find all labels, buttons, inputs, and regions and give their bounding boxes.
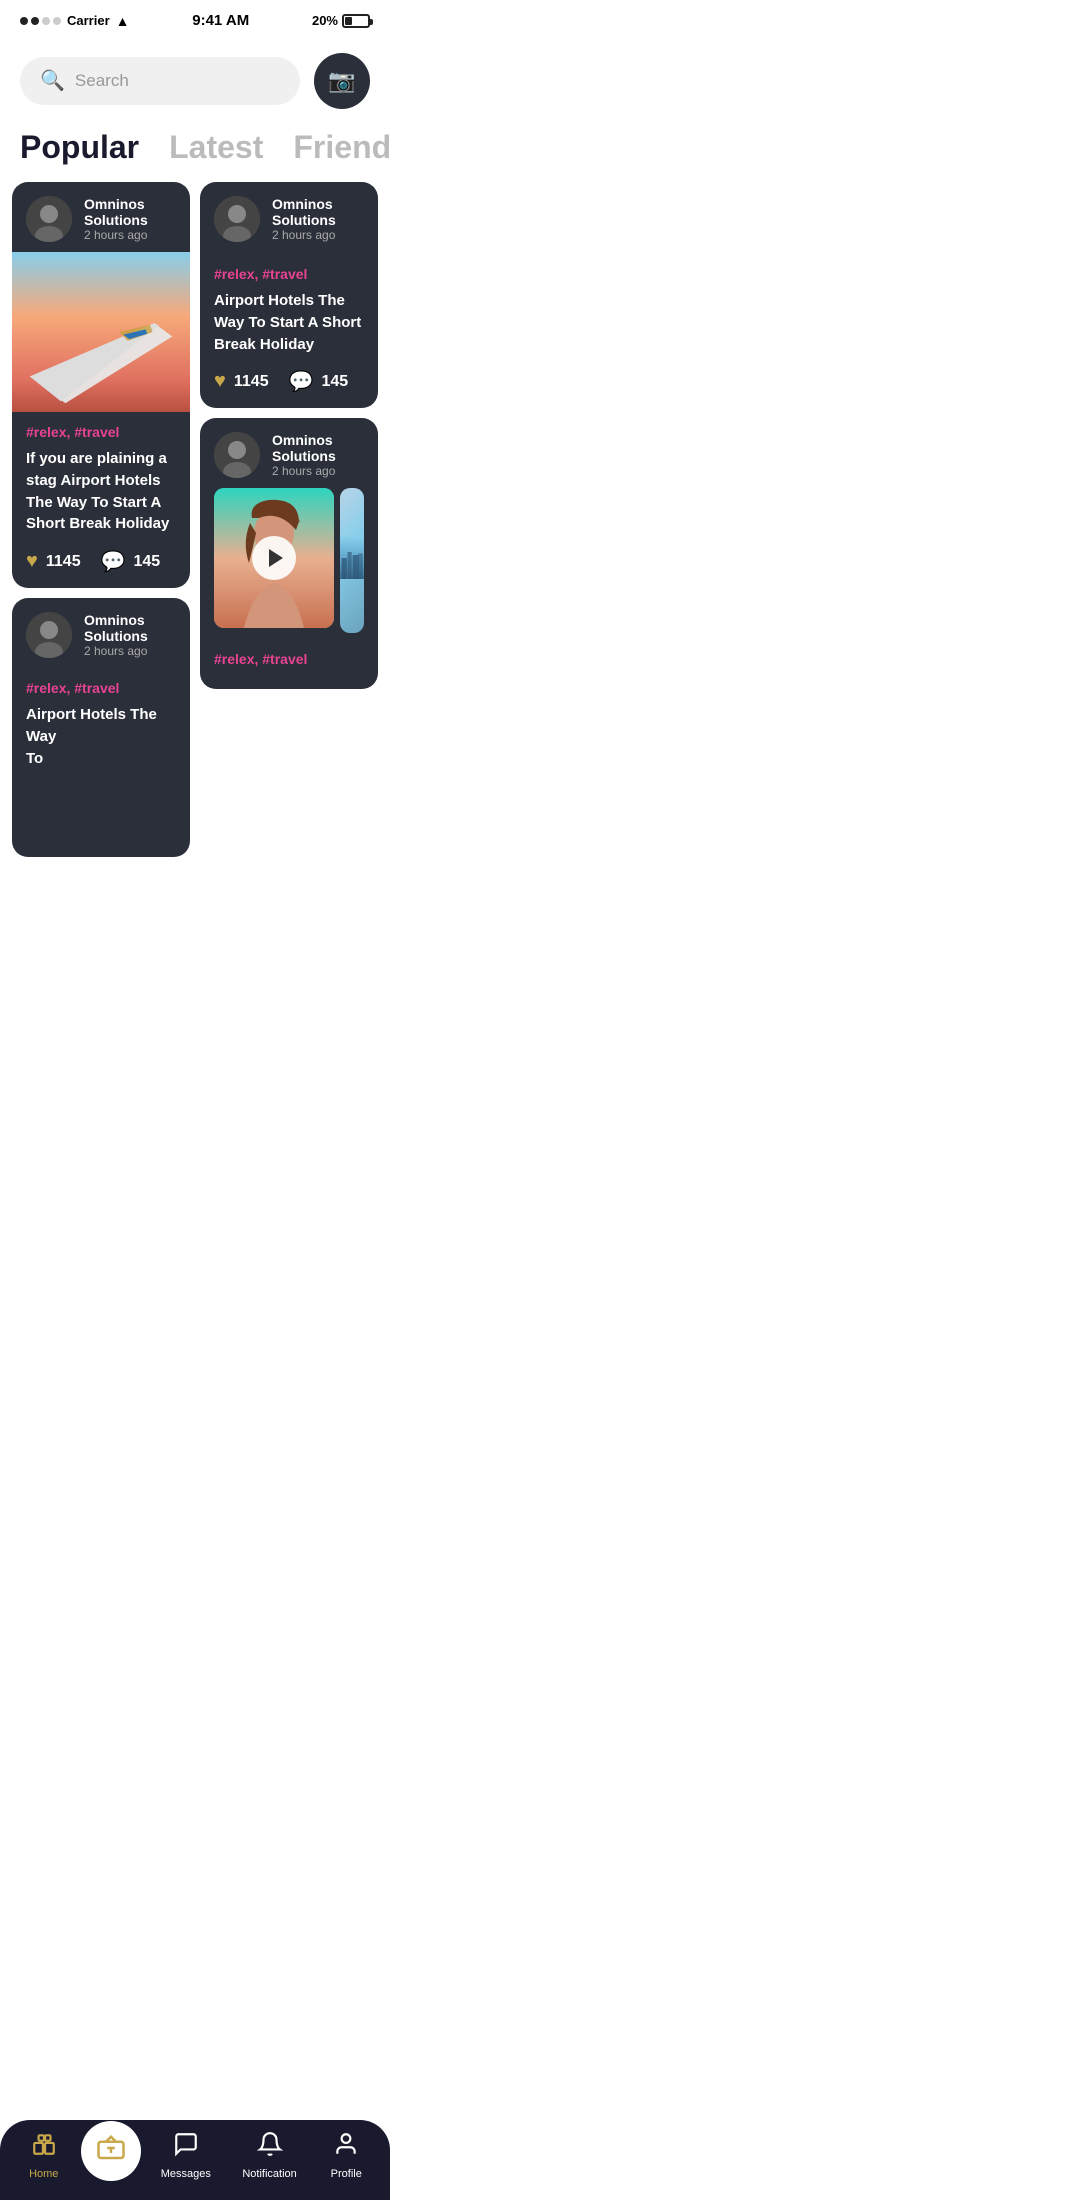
likes-count-1: 1145 xyxy=(46,553,81,571)
user-info-3: Omninos Solutions 2 hours ago xyxy=(272,432,364,478)
card-stats-2: ♥ 1145 💬 145 xyxy=(214,369,364,394)
left-column: Omninos Solutions 2 hours ago xyxy=(12,182,190,857)
profile-icon xyxy=(333,2131,359,2164)
post-card-3[interactable]: Omninos Solutions 2 hours ago xyxy=(200,418,378,689)
username-4: Omninos Solutions xyxy=(84,612,176,644)
signal-dot-1 xyxy=(20,17,28,25)
comments-stat-1: 💬 145 xyxy=(101,549,161,574)
play-triangle-icon xyxy=(269,549,283,567)
nav-messages[interactable]: Messages xyxy=(149,2123,223,2188)
notification-icon xyxy=(257,2131,283,2164)
comments-count-2: 145 xyxy=(322,373,349,391)
wifi-icon: ▲ xyxy=(116,13,130,29)
nav-profile[interactable]: Profile xyxy=(316,2123,376,2188)
content-grid: Omninos Solutions 2 hours ago xyxy=(0,182,390,857)
card-title-1: If you are plaining a stag Airport Hotel… xyxy=(26,448,176,535)
nav-home[interactable]: Home xyxy=(14,2123,74,2188)
signal-dot-4 xyxy=(53,17,61,25)
camera-icon: 📷 xyxy=(328,68,355,94)
card-header-3: Omninos Solutions 2 hours ago xyxy=(200,418,378,488)
card-stats-1: ♥ 1145 💬 145 xyxy=(26,549,176,574)
nav-tv-button[interactable] xyxy=(81,2121,141,2181)
tabs-area: Popular Latest Friends xyxy=(0,119,390,182)
card-body-2: #relex, #travel Airport Hotels The Way T… xyxy=(200,252,378,408)
play-button[interactable] xyxy=(252,536,296,580)
signal-dots xyxy=(20,17,61,25)
card-tags-1: #relex, #travel xyxy=(26,424,176,440)
username-3: Omninos Solutions xyxy=(272,432,364,464)
bottom-nav: Home Messages xyxy=(0,2120,390,2200)
card-tags-4: #relex, #travel xyxy=(26,680,176,696)
card-body-4: #relex, #travel Airport Hotels The WayTo xyxy=(12,668,190,797)
status-bar: Carrier ▲ 9:41 AM 20% xyxy=(0,0,390,37)
comments-stat-2: 💬 145 xyxy=(289,369,349,394)
search-area: 🔍 Search 📷 xyxy=(0,37,390,119)
home-icon xyxy=(31,2131,57,2164)
nav-center-container xyxy=(81,2121,141,2189)
battery-percent: 20% xyxy=(312,13,338,28)
video-thumb-2 xyxy=(340,488,364,633)
heart-icon-1: ♥ xyxy=(26,550,38,573)
nav-home-label: Home xyxy=(29,2168,58,2180)
time-3: 2 hours ago xyxy=(272,464,364,478)
avatar-1 xyxy=(26,196,72,242)
card-header-4: Omninos Solutions 2 hours ago xyxy=(12,598,190,668)
heart-icon-2: ♥ xyxy=(214,370,226,393)
comment-icon-1: 💬 xyxy=(101,549,126,574)
time-2: 2 hours ago xyxy=(272,228,364,242)
tab-latest[interactable]: Latest xyxy=(169,129,263,166)
search-bar[interactable]: 🔍 Search xyxy=(20,57,300,105)
card-body-1: #relex, #travel If you are plaining a st… xyxy=(12,412,190,588)
status-time: 9:41 AM xyxy=(192,12,249,29)
battery-icon xyxy=(342,14,370,28)
post-card-4[interactable]: Omninos Solutions 2 hours ago #relex, #t… xyxy=(12,598,190,857)
avatar-4 xyxy=(26,612,72,658)
avatar-2 xyxy=(214,196,260,242)
tab-popular[interactable]: Popular xyxy=(20,129,139,166)
card-body-3: #relex, #travel xyxy=(200,643,378,689)
time-4: 2 hours ago xyxy=(84,644,176,658)
nav-messages-label: Messages xyxy=(161,2168,211,2180)
likes-count-2: 1145 xyxy=(234,373,269,391)
camera-button[interactable]: 📷 xyxy=(314,53,370,109)
card-title-2: Airport Hotels The Way To Start A Short … xyxy=(214,290,364,355)
tv-icon xyxy=(96,2133,126,2170)
card-title-4: Airport Hotels The WayTo xyxy=(26,704,176,769)
card-image-1 xyxy=(12,252,190,412)
username-1: Omninos Solutions xyxy=(84,196,176,228)
time-1: 2 hours ago xyxy=(84,228,176,242)
content-area: Omninos Solutions 2 hours ago xyxy=(0,182,390,947)
right-column: Omninos Solutions 2 hours ago #relex, #t… xyxy=(200,182,378,857)
card-header-2: Omninos Solutions 2 hours ago xyxy=(200,182,378,252)
likes-stat-1: ♥ 1145 xyxy=(26,550,81,573)
username-2: Omninos Solutions xyxy=(272,196,364,228)
post-card-1[interactable]: Omninos Solutions 2 hours ago xyxy=(12,182,190,588)
search-placeholder-text: Search xyxy=(75,71,129,91)
user-info-2: Omninos Solutions 2 hours ago xyxy=(272,196,364,242)
post-card-2[interactable]: Omninos Solutions 2 hours ago #relex, #t… xyxy=(200,182,378,408)
comment-icon-2: 💬 xyxy=(289,369,314,394)
card-header-1: Omninos Solutions 2 hours ago xyxy=(12,182,190,252)
video-thumb-1[interactable] xyxy=(214,488,334,628)
messages-icon xyxy=(173,2131,199,2164)
nav-notification[interactable]: Notification xyxy=(230,2123,308,2188)
user-info-1: Omninos Solutions 2 hours ago xyxy=(84,196,176,242)
likes-stat-2: ♥ 1145 xyxy=(214,370,269,393)
nav-notification-label: Notification xyxy=(242,2168,296,2180)
carrier-label: Carrier xyxy=(67,13,110,28)
user-info-4: Omninos Solutions 2 hours ago xyxy=(84,612,176,658)
card-tags-3: #relex, #travel xyxy=(214,651,364,667)
signal-dot-2 xyxy=(31,17,39,25)
comments-count-1: 145 xyxy=(134,553,161,571)
nav-profile-label: Profile xyxy=(331,2168,362,2180)
battery-fill xyxy=(345,17,352,25)
avatar-3 xyxy=(214,432,260,478)
signal-dot-3 xyxy=(42,17,50,25)
video-strip xyxy=(200,488,378,643)
status-left: Carrier ▲ xyxy=(20,13,130,29)
tab-friends[interactable]: Friends xyxy=(293,129,390,166)
search-icon: 🔍 xyxy=(40,71,65,91)
status-right: 20% xyxy=(312,13,370,28)
card-tags-2: #relex, #travel xyxy=(214,266,364,282)
